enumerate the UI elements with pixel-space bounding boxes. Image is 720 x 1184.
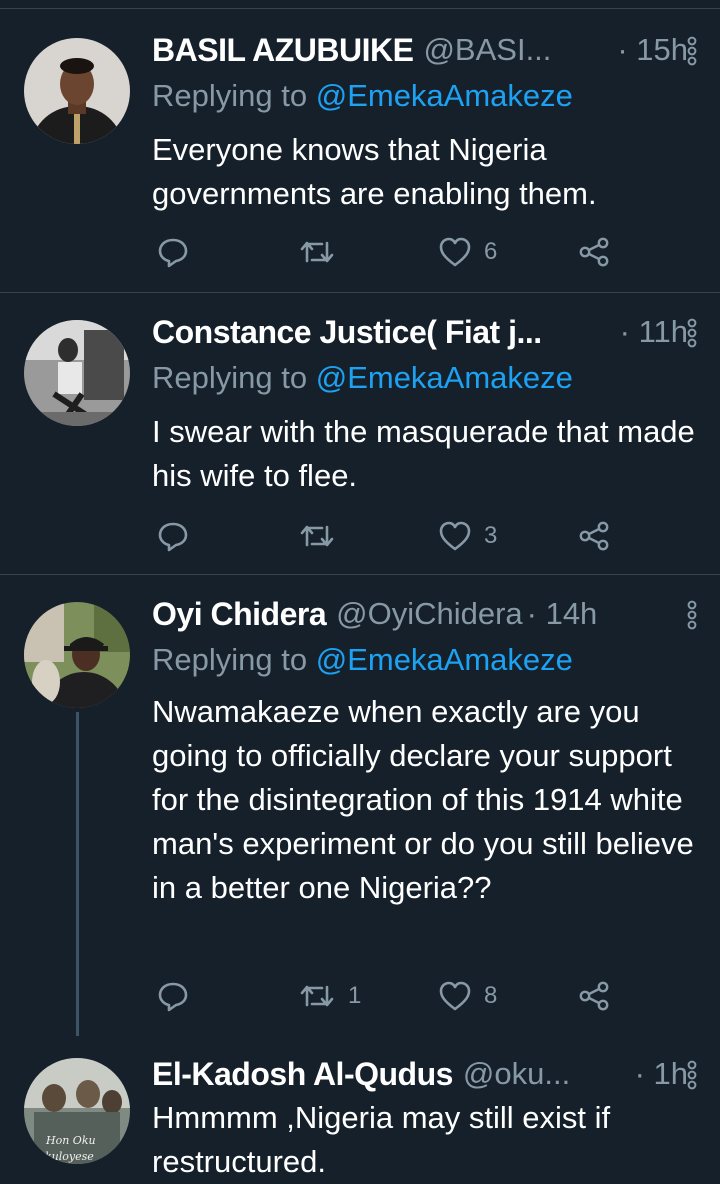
author-name[interactable]: Oyi Chidera <box>152 596 327 633</box>
tweet-actions: 6 <box>152 232 632 272</box>
replying-to-label: Replying to <box>152 642 316 677</box>
replying-to: Replying to @EmekaAmakeze <box>152 642 573 678</box>
more-options-icon[interactable] <box>686 36 698 66</box>
tweet-text: Everyone knows that Nigeria governments … <box>152 132 597 211</box>
heart-icon <box>439 237 471 267</box>
heart-icon <box>439 521 471 551</box>
author-handle[interactable]: @BASI... <box>423 32 551 68</box>
avatar-caption-line-1: Hon Oku <box>45 1134 96 1147</box>
retweet-icon <box>300 241 334 263</box>
author-name[interactable]: BASIL AZUBUIKE <box>152 32 414 69</box>
share-button[interactable] <box>578 516 610 556</box>
replying-to-label: Replying to <box>152 360 316 395</box>
like-count: 6 <box>484 238 498 265</box>
mention-link[interactable]: @EmekaAmakeze <box>316 360 573 395</box>
tweet-divider <box>0 292 720 293</box>
reply-button[interactable] <box>156 976 202 1016</box>
avatar-caption-line-2: Okuloyese <box>36 1150 94 1163</box>
tweet-text: I swear with the masquerade that made hi… <box>152 414 695 493</box>
like-count: 3 <box>484 522 498 549</box>
retweet-button[interactable] <box>298 232 348 272</box>
timestamp[interactable]: · 11h <box>620 314 688 350</box>
more-options-icon[interactable] <box>686 1060 698 1090</box>
avatar[interactable] <box>24 602 130 708</box>
like-button[interactable]: 6 <box>438 232 497 272</box>
share-icon <box>579 981 609 1011</box>
share-button[interactable] <box>578 232 610 272</box>
reply-button[interactable] <box>156 516 202 556</box>
retweet-count: 1 <box>348 982 362 1009</box>
tweet-divider <box>0 574 720 575</box>
reply-icon <box>158 982 188 1012</box>
heart-icon <box>439 981 471 1011</box>
tweet-4[interactable]: Hon Oku Okuloyese El-Kadosh Al-Qudus @ok… <box>0 1054 720 1182</box>
reply-icon <box>158 238 188 268</box>
reply-icon <box>158 522 188 552</box>
retweet-button[interactable]: 1 <box>298 976 361 1016</box>
tweet-text: Hmmmm ,Nigeria may still exist if restru… <box>152 1100 611 1179</box>
mention-link[interactable]: @EmekaAmakeze <box>316 78 573 113</box>
like-count: 8 <box>484 982 498 1009</box>
top-divider <box>0 8 720 9</box>
replying-to: Replying to @EmekaAmakeze <box>152 360 573 396</box>
replying-to: Replying to @EmekaAmakeze <box>152 78 573 114</box>
avatar[interactable] <box>24 38 130 144</box>
share-icon <box>579 521 609 551</box>
more-options-icon[interactable] <box>686 600 698 630</box>
author-handle[interactable]: @OyiChidera <box>336 596 523 632</box>
tweet-3[interactable]: Oyi Chidera @OyiChidera · 14h Replying t… <box>0 594 720 1038</box>
tweet-2[interactable]: Constance Justice( Fiat j... · 11h Reply… <box>0 312 720 574</box>
retweet-button[interactable] <box>298 516 348 556</box>
author-handle[interactable]: @oku... <box>463 1056 570 1092</box>
replying-to-label: Replying to <box>152 78 316 113</box>
tweet-actions: 3 <box>152 516 632 556</box>
mention-link[interactable]: @EmekaAmakeze <box>316 642 573 677</box>
avatar[interactable] <box>24 320 130 426</box>
reply-button[interactable] <box>156 232 202 272</box>
tweet-1[interactable]: BASIL AZUBUIKE @BASI... · 15h Replying t… <box>0 30 720 292</box>
tweet-actions: 1 8 <box>152 976 632 1016</box>
share-button[interactable] <box>578 976 610 1016</box>
more-options-icon[interactable] <box>686 318 698 348</box>
share-icon <box>579 237 609 267</box>
thread-connector-line <box>76 712 79 1036</box>
like-button[interactable]: 3 <box>438 516 497 556</box>
like-button[interactable]: 8 <box>438 976 497 1016</box>
retweet-icon <box>300 525 334 547</box>
timestamp[interactable]: · 1h <box>635 1056 688 1092</box>
tweet-text: Nwamakaeze when exactly are you going to… <box>152 694 694 905</box>
timestamp[interactable]: · 15h <box>617 32 688 68</box>
avatar[interactable]: Hon Oku Okuloyese <box>24 1058 130 1164</box>
author-name[interactable]: El-Kadosh Al-Qudus <box>152 1056 453 1093</box>
timestamp[interactable]: · 14h <box>527 596 598 632</box>
retweet-icon <box>300 985 334 1007</box>
author-name[interactable]: Constance Justice( Fiat j... <box>152 314 542 351</box>
